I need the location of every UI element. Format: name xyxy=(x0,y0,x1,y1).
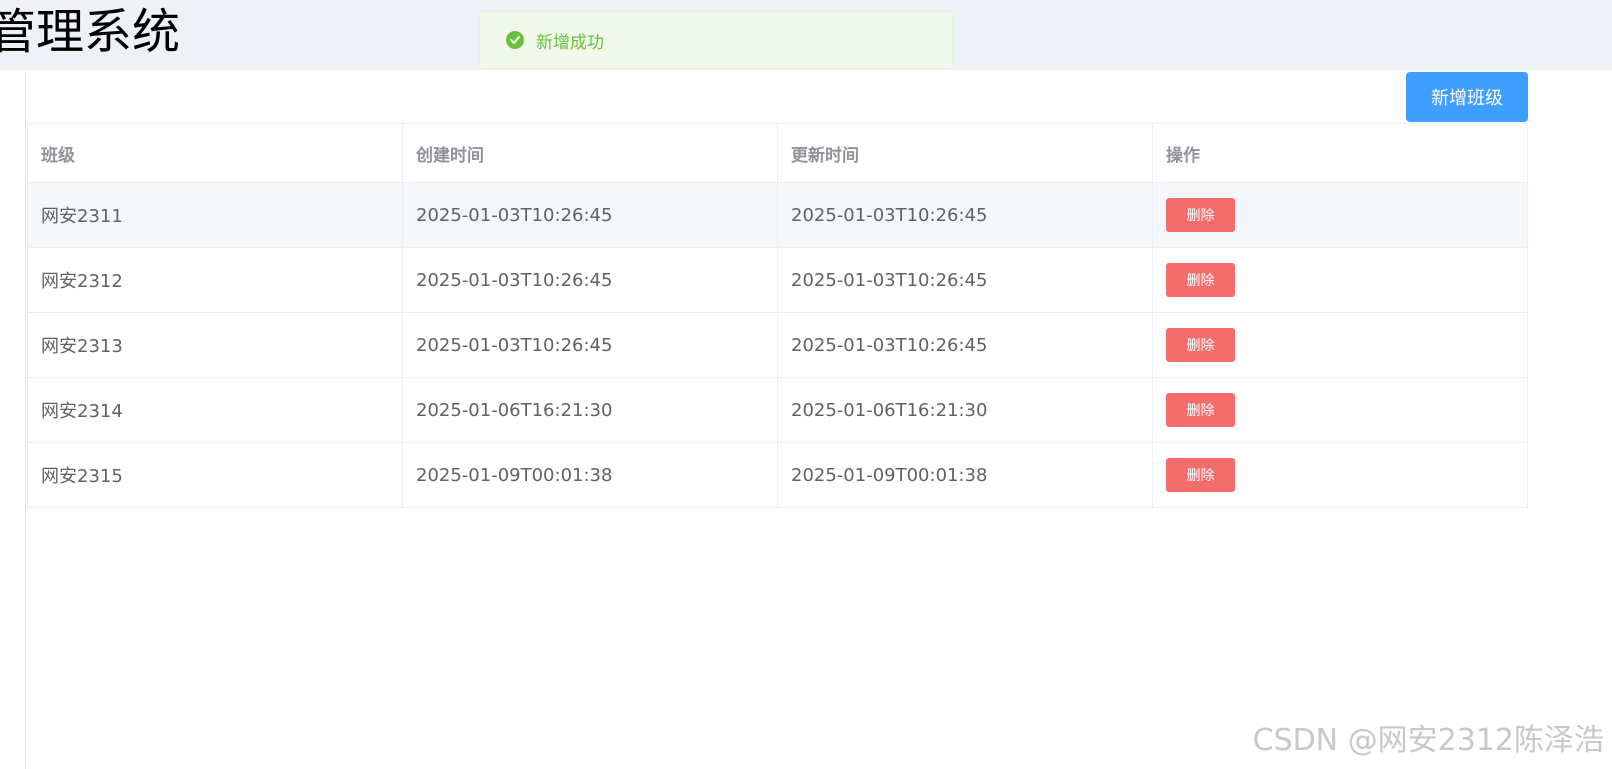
sidebar-divider xyxy=(25,70,26,769)
cell-actions: 删除 xyxy=(1152,377,1528,443)
table-row: 网安2312 2025-01-03T10:26:45 2025-01-03T10… xyxy=(27,247,1528,313)
watermark: CSDN @网安2312陈泽浩 xyxy=(1252,723,1604,758)
cell-updated-time: 2025-01-03T10:26:45 xyxy=(777,247,1153,313)
delete-button[interactable]: 删除 xyxy=(1166,328,1235,362)
column-header-class: 班级 xyxy=(27,123,403,183)
check-circle-icon xyxy=(506,31,524,49)
cell-created-time: 2025-01-03T10:26:45 xyxy=(402,247,778,313)
cell-class-name: 网安2313 xyxy=(27,312,403,378)
toast-message: 新增成功 xyxy=(536,32,604,53)
cell-created-time: 2025-01-09T00:01:38 xyxy=(402,442,778,508)
cell-updated-time: 2025-01-03T10:26:45 xyxy=(777,182,1153,248)
table-header-row: 班级 创建时间 更新时间 操作 xyxy=(27,123,1528,183)
table-row: 网安2311 2025-01-03T10:26:45 2025-01-03T10… xyxy=(27,182,1528,248)
cell-class-name: 网安2311 xyxy=(27,182,403,248)
cell-actions: 删除 xyxy=(1152,442,1528,508)
table-row: 网安2315 2025-01-09T00:01:38 2025-01-09T00… xyxy=(27,442,1528,508)
cell-created-time: 2025-01-03T10:26:45 xyxy=(402,312,778,378)
cell-updated-time: 2025-01-06T16:21:30 xyxy=(777,377,1153,443)
delete-button[interactable]: 删除 xyxy=(1166,198,1235,232)
cell-class-name: 网安2312 xyxy=(27,247,403,313)
cell-class-name: 网安2314 xyxy=(27,377,403,443)
column-header-created: 创建时间 xyxy=(402,123,778,183)
cell-created-time: 2025-01-03T10:26:45 xyxy=(402,182,778,248)
cell-class-name: 网安2315 xyxy=(27,442,403,508)
delete-button[interactable]: 删除 xyxy=(1166,458,1235,492)
delete-button[interactable]: 删除 xyxy=(1166,393,1235,427)
cell-updated-time: 2025-01-03T10:26:45 xyxy=(777,312,1153,378)
column-header-actions: 操作 xyxy=(1152,123,1528,183)
class-table: 班级 创建时间 更新时间 操作 网安2311 2025-01-03T10:26:… xyxy=(27,123,1528,508)
table-row: 网安2313 2025-01-03T10:26:45 2025-01-03T10… xyxy=(27,312,1528,378)
cell-updated-time: 2025-01-09T00:01:38 xyxy=(777,442,1153,508)
cell-actions: 删除 xyxy=(1152,312,1528,378)
cell-actions: 删除 xyxy=(1152,182,1528,248)
cell-created-time: 2025-01-06T16:21:30 xyxy=(402,377,778,443)
success-toast: 新增成功 xyxy=(479,11,953,69)
table-row: 网安2314 2025-01-06T16:21:30 2025-01-06T16… xyxy=(27,377,1528,443)
add-class-button[interactable]: 新增班级 xyxy=(1406,72,1528,122)
cell-actions: 删除 xyxy=(1152,247,1528,313)
column-header-updated: 更新时间 xyxy=(777,123,1153,183)
app-title: 管理系统 xyxy=(0,4,181,60)
delete-button[interactable]: 删除 xyxy=(1166,263,1235,297)
